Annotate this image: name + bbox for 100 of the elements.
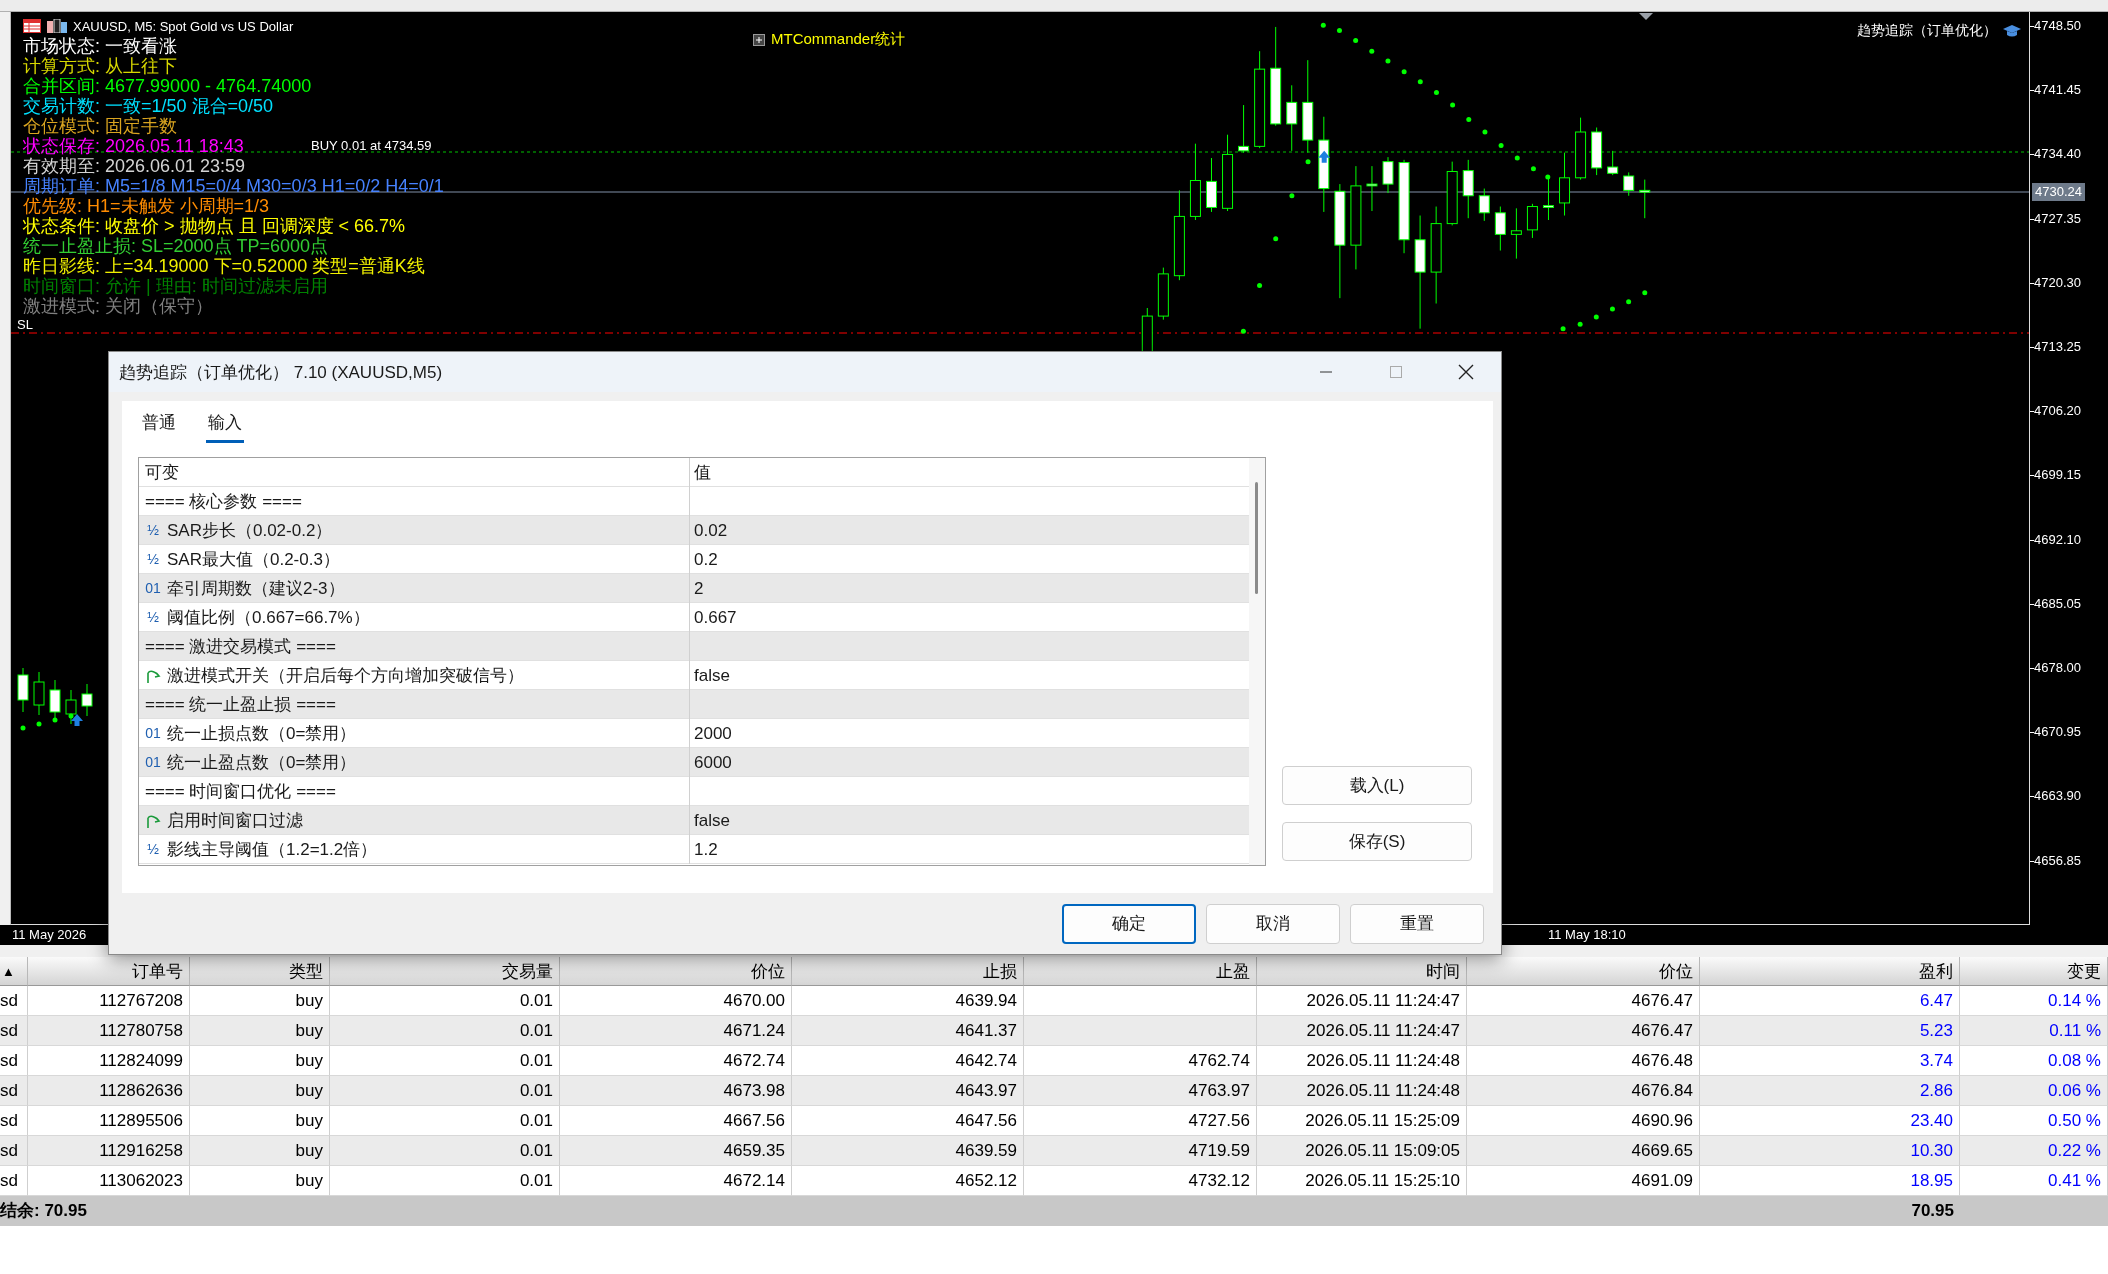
panel-label[interactable]: MTCommander统计 xyxy=(771,30,906,49)
parameter-name: SAR步长（0.02-0.2） xyxy=(167,520,333,542)
column-header[interactable]: 交易量 xyxy=(330,957,560,986)
tab[interactable]: 输入 xyxy=(206,409,244,443)
sar-dot xyxy=(1336,28,1342,34)
sar-dot xyxy=(1417,79,1423,85)
side-button[interactable]: 载入(L) xyxy=(1282,766,1472,805)
sar-dot xyxy=(52,717,58,723)
dialog-button[interactable]: 取消 xyxy=(1206,903,1340,944)
table-cell: sd xyxy=(0,986,28,1016)
table-cell: 0.01 xyxy=(330,1136,560,1166)
type-icon: 01 xyxy=(145,748,161,777)
column-header[interactable]: 止损 xyxy=(792,957,1024,986)
table-cell: 4673.98 xyxy=(560,1076,792,1106)
table-row[interactable]: 01 牵引周期数（建议2-3） 2 xyxy=(139,574,1249,603)
candlestick xyxy=(1510,207,1522,260)
table-row[interactable]: ½ SAR步长（0.02-0.2） 0.02 xyxy=(139,516,1249,545)
status-line: 统一止盈止损: SL=2000点 TP=6000点 xyxy=(23,236,329,256)
parameter-name: 激进模式开关（开启后每个方向增加突破信号） xyxy=(167,665,524,687)
table-cell: 112916258 xyxy=(28,1136,190,1166)
parameter-name: ==== 统一止盈止损 ==== xyxy=(145,694,336,716)
dialog-button[interactable]: 确定 xyxy=(1062,903,1196,944)
table-cell: 3.74 xyxy=(1700,1046,1960,1076)
table-cell: sd xyxy=(0,1076,28,1106)
column-header[interactable]: 可变 xyxy=(139,458,689,487)
table-cell: 4727.56 xyxy=(1024,1106,1257,1136)
price-label: 4685.05 xyxy=(2034,595,2081,612)
table-cell: 2026.05.11 15:09:05 xyxy=(1257,1136,1467,1166)
column-header[interactable]: 止盈 xyxy=(1024,957,1257,986)
tab[interactable]: 普通 xyxy=(140,409,178,443)
column-header[interactable]: 类型 xyxy=(190,957,330,986)
table-row[interactable]: ==== 时间窗口优化 ==== xyxy=(139,777,1249,806)
table-row[interactable]: ½ SAR最大值（0.2-0.3） 0.2 xyxy=(139,545,1249,574)
table-row[interactable]: 01 统一止盈点数（0=禁用） 6000 xyxy=(139,748,1249,777)
table-cell: 0.01 xyxy=(330,1106,560,1136)
status-line: 仓位模式: 固定手数 xyxy=(23,116,177,136)
candlestick xyxy=(17,667,29,713)
side-button[interactable]: 保存(S) xyxy=(1282,822,1472,861)
table-cell: sd xyxy=(0,1136,28,1166)
dialog-button[interactable]: 重置 xyxy=(1350,903,1484,944)
table-cell: 0.01 xyxy=(330,1076,560,1106)
table-cell: 0.01 xyxy=(330,1046,560,1076)
table-cell: buy xyxy=(190,986,330,1016)
status-line: 有效期至: 2026.06.01 23:59 xyxy=(23,156,246,176)
table-row[interactable]: ½ 阈值比例（0.667=66.7%） 0.667 xyxy=(139,603,1249,632)
candlestick xyxy=(1238,104,1250,154)
table-row[interactable]: ==== 激进交易模式 ==== xyxy=(139,632,1249,661)
table-row[interactable]: 启用时间窗口过滤 false xyxy=(139,806,1249,835)
column-header[interactable]: 价位 xyxy=(1467,957,1700,986)
table-cell: 4667.56 xyxy=(560,1106,792,1136)
column-header[interactable]: 盈利 xyxy=(1700,957,1960,986)
sar-dot xyxy=(68,713,74,719)
candlestick xyxy=(1526,203,1538,239)
close-icon[interactable] xyxy=(1458,364,1474,380)
candlestick xyxy=(81,683,93,717)
status-line: 优先级: H1=未触发 小周期=1/3 xyxy=(23,196,270,216)
price-label: 4670.95 xyxy=(2034,724,2081,741)
sar-dot xyxy=(1385,58,1391,64)
bars-icon[interactable] xyxy=(47,19,67,33)
status-line: 计算方式: 从上往下 xyxy=(23,56,177,76)
table-cell: buy xyxy=(190,1016,330,1046)
price-label: 4706.20 xyxy=(2034,403,2081,420)
status-line: 状态保存: 2026.05.11 18:43 xyxy=(23,136,244,156)
sar-dot xyxy=(1498,142,1504,148)
table-cell: buy xyxy=(190,1106,330,1136)
scrollbar[interactable] xyxy=(1249,458,1265,865)
table-cell: 2.86 xyxy=(1700,1076,1960,1106)
table-row[interactable]: ==== 核心参数 ==== xyxy=(139,487,1249,516)
table-cell: 0.14 % xyxy=(1960,986,2108,1016)
stop-loss-label: SL xyxy=(17,317,33,333)
plus-icon[interactable] xyxy=(753,33,765,46)
candlestick xyxy=(1366,165,1378,212)
table-cell: 4676.47 xyxy=(1467,1016,1700,1046)
table-cell: 0.01 xyxy=(330,1166,560,1196)
candlestick xyxy=(65,689,77,725)
parameter-name: SAR最大值（0.2-0.3） xyxy=(167,549,340,571)
table-cell: sd xyxy=(0,1166,28,1196)
status-line: 状态条件: 收盘价 > 抛物点 且 回调深度 < 66.7% xyxy=(23,216,406,236)
table-row[interactable]: ½ 影线主导阈值（1.2=1.2倍） 1.2 xyxy=(139,835,1249,864)
table-row[interactable]: ==== 统一止盈止损 ==== xyxy=(139,690,1249,719)
candlestick xyxy=(1286,84,1298,152)
column-header[interactable]: 变更 xyxy=(1960,957,2108,986)
sort-indicator[interactable]: ▲ xyxy=(0,957,28,986)
table-cell: 4639.94 xyxy=(792,986,1024,1016)
candlestick xyxy=(1575,117,1587,181)
graduation-cap-icon[interactable] xyxy=(2003,24,2021,38)
sar-dot xyxy=(1320,22,1326,28)
table-cell: 4671.24 xyxy=(560,1016,792,1046)
indicator-name: 趋势追踪（订单优化） xyxy=(1857,22,1997,40)
table-row[interactable]: 01 统一止损点数（0=禁用） 2000 xyxy=(139,719,1249,748)
balance-label: 结余: 70.95 xyxy=(0,1196,1700,1226)
sar-dot xyxy=(1289,193,1295,199)
grid-icon[interactable] xyxy=(23,19,41,33)
column-header[interactable]: 价位 xyxy=(560,957,792,986)
sar-dot xyxy=(1450,102,1456,108)
table-row[interactable]: 激进模式开关（开启后每个方向增加突破信号） false xyxy=(139,661,1249,690)
column-header[interactable]: 订单号 xyxy=(28,957,190,986)
table-cell: sd xyxy=(0,1016,28,1046)
column-header[interactable]: 时间 xyxy=(1257,957,1467,986)
arrow-icon xyxy=(145,812,161,829)
